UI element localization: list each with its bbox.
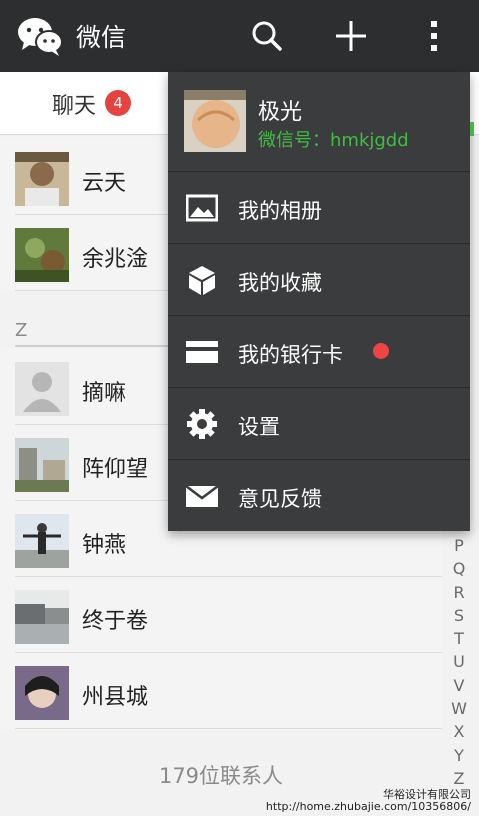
profile-wechat-id: 微信号：hmkjgdd [258,130,409,151]
menu-item-label: 我的银行卡 [238,343,343,367]
contact-name: 摘嘛 [82,381,127,406]
index-letter[interactable]: S [446,606,472,629]
menu-item-label: 我的相册 [238,199,322,223]
index-letter[interactable]: U [446,652,472,675]
contact-name: 州县城 [82,685,149,710]
unread-badge: 4 [105,90,131,116]
favorites-box-icon [189,266,215,295]
top-app-bar: 微信 [0,0,479,72]
menu-item-label: 意见反馈 [238,487,322,511]
index-letter[interactable]: W [446,699,472,722]
photo-album-icon [186,194,218,222]
contact-count: 179位联系人 [158,764,284,788]
index-letter[interactable]: Y [446,746,472,769]
avatar [15,152,69,206]
profile-name: 极光 [258,100,303,125]
profile-avatar [184,90,246,152]
menu-item-feedback[interactable]: 意见反馈 [168,459,470,532]
avatar [15,590,69,644]
index-letter[interactable]: T [446,629,472,652]
menu-item-label: 我的收藏 [238,271,322,295]
envelope-icon [186,485,218,507]
tab-chat[interactable]: 聊天 [52,88,96,120]
index-letter[interactable]: R [446,583,472,606]
menu-item-settings[interactable]: 设置 [168,387,470,460]
gear-icon [187,409,217,439]
section-header: Z [15,320,28,341]
menu-item-album[interactable]: 我的相册 [168,171,470,244]
notification-dot [373,343,389,359]
contact-name: 云天 [82,171,127,196]
add-icon[interactable] [333,18,369,54]
contact-row[interactable]: 州县城 [0,653,442,729]
accent-marker [470,122,474,136]
index-letter[interactable]: P [446,536,472,559]
contact-row[interactable]: 终于卷 [0,577,442,653]
wechat-logo-icon [18,18,63,56]
contact-name: 阵仰望 [82,457,149,482]
app-title: 微信 [76,23,127,52]
bank-card-icon [186,341,218,363]
menu-item-bank-card[interactable]: 我的银行卡 [168,315,470,388]
index-letter[interactable]: Q [446,559,472,582]
menu-item-favorites[interactable]: 我的收藏 [168,243,470,316]
default-avatar-icon [15,362,69,416]
contact-name: 钟燕 [82,533,127,558]
contact-name: 余兆淦 [82,247,149,272]
menu-profile[interactable]: 极光 微信号：hmkjgdd [168,72,470,170]
avatar [15,438,69,492]
alphabet-index[interactable]: P Q R S T U V W X Y Z [446,536,472,792]
index-letter[interactable]: V [446,676,472,699]
menu-item-label: 设置 [238,415,280,439]
index-letter[interactable]: X [446,722,472,745]
avatar [15,514,69,568]
more-options-icon[interactable] [416,18,452,54]
contact-name: 终于卷 [82,609,149,634]
watermark-url: http://home.zhubajie.com/10356806/ [265,800,471,813]
avatar [15,666,69,720]
divider [15,728,442,729]
overflow-menu: 极光 微信号：hmkjgdd 我的相册 我的收藏 我的银行卡 设置 意见反馈 [168,72,474,532]
avatar [15,228,69,282]
search-icon[interactable] [249,18,285,54]
